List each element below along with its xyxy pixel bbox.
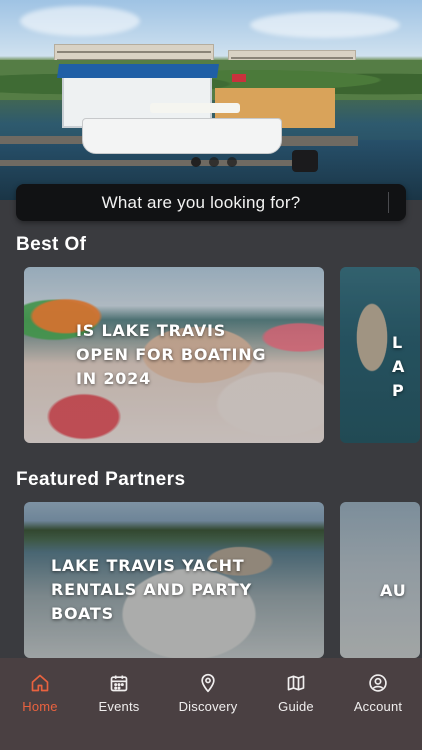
search-bar[interactable]: What are you looking for? [16, 184, 406, 221]
carousel-dot[interactable] [209, 157, 219, 167]
hero-boat [82, 118, 282, 154]
best-of-card[interactable]: LA P [340, 267, 420, 443]
tab-home[interactable]: Home [0, 672, 82, 718]
hero-dock [0, 136, 90, 144]
hero-cloud [20, 6, 140, 36]
map-pin-icon [197, 672, 219, 694]
section-title-best-of: Best Of [16, 234, 87, 255]
carousel-indicator [191, 157, 237, 167]
tab-guide[interactable]: Guide [254, 672, 338, 718]
hero-boat-motor [292, 150, 318, 172]
tab-label: Account [353, 699, 403, 714]
tab-label: Home [22, 699, 58, 714]
tab-label: Discovery [178, 699, 238, 714]
tab-account[interactable]: Account [336, 672, 420, 718]
hero-marina-roof [57, 64, 219, 78]
section-title-featured-partners: Featured Partners [16, 469, 186, 490]
card-title: IS LAKE TRAVIS OPEN FOR BOATING IN 2024 [76, 321, 267, 388]
account-icon [367, 672, 389, 694]
map-icon [285, 672, 307, 694]
featured-partner-card[interactable]: AU [340, 502, 420, 658]
carousel-dot[interactable] [191, 157, 201, 167]
hero-dock [0, 160, 300, 166]
calendar-icon [108, 672, 130, 694]
hero-image[interactable] [0, 0, 422, 200]
tab-label: Guide [278, 699, 314, 714]
tab-discovery[interactable]: Discovery [166, 672, 250, 718]
search-divider [388, 192, 389, 213]
card-title: AU [380, 581, 407, 600]
search-placeholder: What are you looking for? [101, 193, 301, 212]
card-title: LAKE TRAVIS YACHT RENTALS AND PARTY BOAT… [51, 556, 252, 623]
carousel-dot[interactable] [227, 157, 237, 167]
bottom-tab-bar: Home Events Discovery Guide Account [0, 658, 422, 750]
featured-partner-card[interactable]: LAKE TRAVIS YACHT RENTALS AND PARTY BOAT… [24, 502, 324, 658]
tab-label: Events [98, 699, 140, 714]
card-title: LA P [392, 333, 406, 400]
best-of-card[interactable]: IS LAKE TRAVIS OPEN FOR BOATING IN 2024 [24, 267, 324, 443]
tab-events[interactable]: Events [77, 672, 161, 718]
home-icon [29, 672, 51, 694]
hero-flag [232, 74, 246, 82]
hero-boat-canopy [150, 103, 240, 113]
hero-cloud [250, 12, 400, 38]
